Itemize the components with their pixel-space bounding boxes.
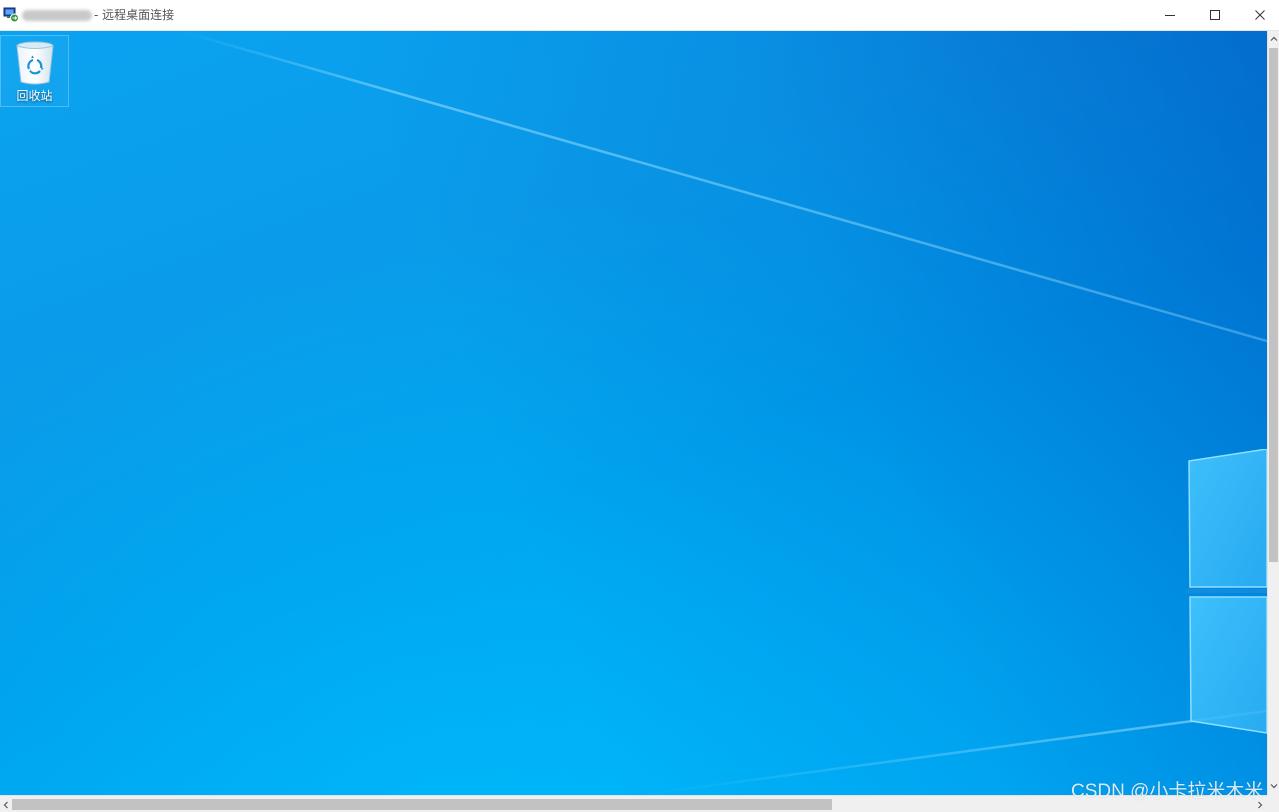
scroll-down-arrow-icon[interactable] xyxy=(1268,780,1279,792)
maximize-button[interactable] xyxy=(1192,0,1238,30)
remote-desktop-view[interactable]: 回收站 xyxy=(0,31,1267,795)
scroll-left-arrow-icon[interactable] xyxy=(0,799,12,811)
minimize-icon xyxy=(1165,15,1175,16)
window-title: - 远程桌面连接 xyxy=(94,8,175,22)
close-icon xyxy=(1255,10,1265,20)
title-bar[interactable]: - 远程桌面连接 xyxy=(0,0,1279,31)
maximize-icon xyxy=(1210,10,1220,20)
wallpaper-light-beams xyxy=(179,31,1267,795)
desktop-icon-label: 回收站 xyxy=(16,89,53,103)
redacted-host-name xyxy=(22,10,92,21)
vertical-scrollbar-thumb[interactable] xyxy=(1269,48,1278,562)
csdn-watermark: CSDN @小卡拉米木米 xyxy=(1071,781,1264,802)
recycle-bin-icon xyxy=(15,41,54,85)
vertical-scrollbar[interactable] xyxy=(1267,31,1279,795)
windows-logo-panes xyxy=(1186,449,1267,734)
scrollbar-corner xyxy=(1267,795,1279,812)
desktop-icon-recycle-bin[interactable]: 回收站 xyxy=(0,35,69,107)
scroll-up-arrow-icon[interactable] xyxy=(1268,33,1279,45)
minimize-button[interactable] xyxy=(1147,0,1193,30)
horizontal-scrollbar-thumb[interactable] xyxy=(12,799,832,810)
close-button[interactable] xyxy=(1237,0,1279,30)
remote-desktop-icon xyxy=(3,7,19,23)
